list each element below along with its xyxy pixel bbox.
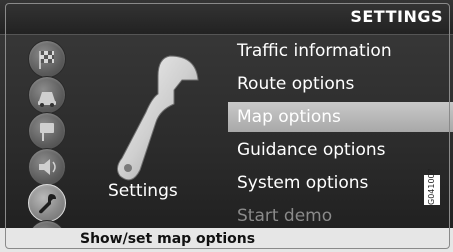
header-bar: SETTINGS <box>0 0 453 35</box>
figure-code: G041007 <box>424 168 440 205</box>
menu-item-guidance-options[interactable]: Guidance options <box>228 135 453 165</box>
menu-item-start-demo: Start demo <box>237 206 333 226</box>
sidebar-item-destination[interactable] <box>28 40 66 78</box>
sidebar-item-poi[interactable] <box>28 112 66 150</box>
checkered-flag-icon <box>39 51 54 69</box>
sidebar-item-audio[interactable] <box>28 148 66 186</box>
status-bar: Show/set map options <box>0 228 453 252</box>
speaker-icon <box>39 159 56 175</box>
wrench-icon <box>39 194 56 214</box>
menu-item-traffic-information[interactable]: Traffic information <box>228 36 453 66</box>
navigation-screen: SETTINGS Settings Traffic information Ro… <box>0 0 453 252</box>
map-pin-icon <box>40 123 54 141</box>
status-text: Show/set map options <box>80 231 256 247</box>
page-title: SETTINGS <box>350 7 443 26</box>
sidebar-item-settings[interactable] <box>28 184 66 222</box>
sidebar <box>16 38 76 252</box>
menu-item-route-options[interactable]: Route options <box>228 69 453 99</box>
section-label: Settings <box>108 181 178 201</box>
menu-item-map-options[interactable]: Map options <box>228 102 453 132</box>
menu-item-system-options[interactable]: System options <box>228 168 453 198</box>
settings-wrench-icon <box>116 55 199 181</box>
sidebar-item-traffic[interactable] <box>28 76 66 114</box>
traffic-icon <box>38 92 56 107</box>
